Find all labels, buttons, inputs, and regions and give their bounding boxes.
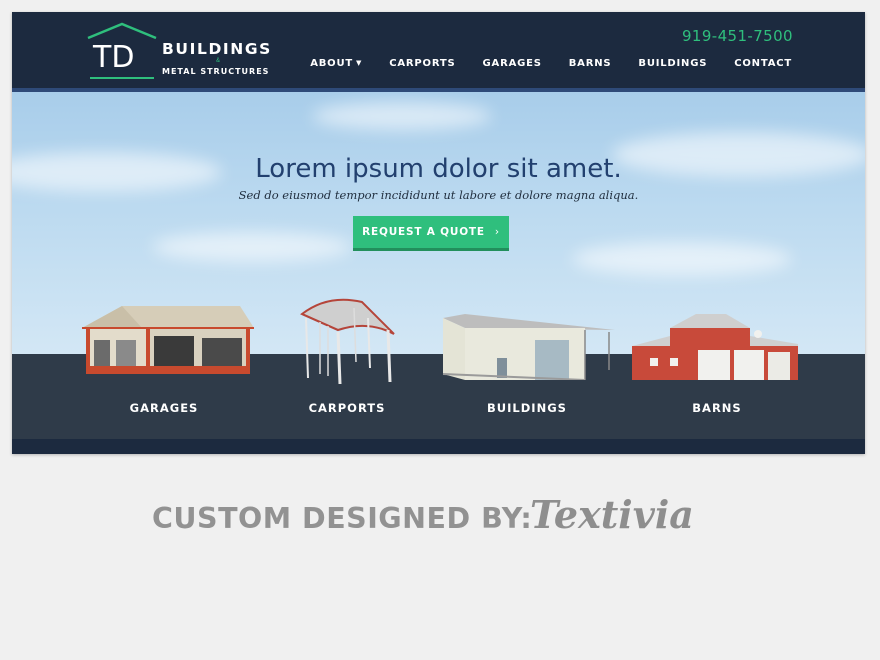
textivia-logo: Textivia	[530, 492, 694, 537]
logo-name: BUILDINGS	[162, 40, 272, 58]
nav-item-garages[interactable]: GARAGES	[483, 58, 542, 69]
nav-item-about[interactable]: ABOUT ▼	[310, 58, 362, 69]
site-logo[interactable]: TD BUILDINGS & METAL STRUCTURES	[86, 20, 286, 80]
nav-item-carports[interactable]: CARPORTS	[389, 58, 455, 69]
hero-title: Lorem ipsum dolor sit amet.	[255, 154, 622, 184]
category-barns[interactable]: BARNS	[657, 401, 777, 415]
nav-item-barns[interactable]: BARNS	[569, 58, 612, 69]
main-nav: ABOUT ▼ CARPORTS GARAGES BARNS BUILDINGS …	[283, 58, 792, 69]
garage-image[interactable]	[82, 306, 254, 378]
carport-image[interactable]	[298, 296, 398, 388]
credit-label: CUSTOM DESIGNED BY:	[152, 502, 533, 535]
category-carports[interactable]: CARPORTS	[287, 401, 407, 415]
commercial-building-image[interactable]	[439, 314, 615, 380]
chevron-down-icon: ▼	[356, 59, 363, 67]
nav-item-contact[interactable]: CONTACT	[734, 58, 792, 69]
category-garages[interactable]: GARAGES	[104, 401, 224, 415]
phone-number-link[interactable]: 919-451-7500	[682, 27, 793, 45]
logo-ampersand: &	[216, 58, 221, 64]
chevron-right-icon: ›	[494, 226, 500, 238]
site-header: TD BUILDINGS & METAL STRUCTURES 919-451-…	[12, 12, 865, 88]
logo-initials: TD	[92, 40, 134, 75]
cloud	[572, 242, 792, 276]
request-quote-button[interactable]: REQUEST A QUOTE ›	[353, 216, 509, 251]
barn-image[interactable]	[630, 312, 802, 382]
category-buildings[interactable]: BUILDINGS	[467, 401, 587, 415]
hero-bottom-strip	[12, 439, 865, 454]
nav-item-buildings[interactable]: BUILDINGS	[638, 58, 707, 69]
hero-subtitle: Sed do eiusmod tempor incididunt ut labo…	[238, 188, 639, 202]
logo-subtitle: METAL STRUCTURES	[162, 67, 270, 76]
request-quote-label: REQUEST A QUOTE	[362, 226, 485, 238]
cloud	[152, 232, 352, 262]
cloud	[312, 102, 492, 130]
nav-item-label: ABOUT	[310, 58, 354, 69]
td-logo-icon: TD	[87, 22, 157, 79]
website-screenshot: TD BUILDINGS & METAL STRUCTURES 919-451-…	[12, 12, 865, 454]
